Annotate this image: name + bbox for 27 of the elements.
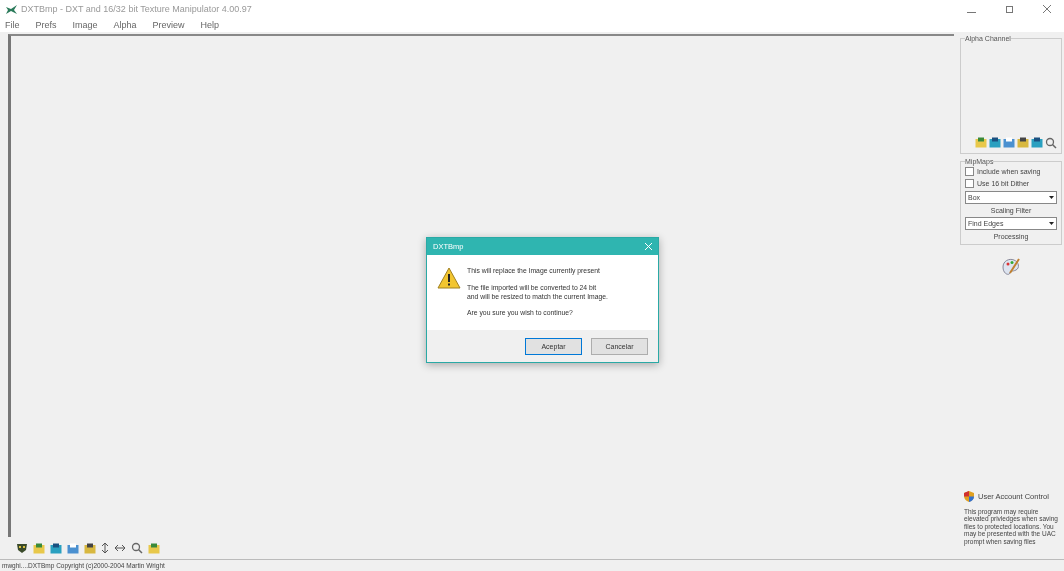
dropdown-caret-icon [1047,219,1056,228]
warning-icon [437,267,461,289]
dropdown-caret-icon [1047,193,1056,202]
menu-item[interactable]: Preview [152,20,185,30]
vertical-arrows-icon[interactable] [101,542,109,554]
app-logo-icon [6,4,17,14]
magnifier-icon[interactable] [1045,137,1057,149]
close-icon[interactable] [1043,5,1051,13]
checkbox[interactable] [965,179,974,188]
horizontal-arrows-icon[interactable] [114,544,126,552]
menu-item[interactable]: File [5,20,20,30]
folder-icon[interactable] [148,542,160,554]
magnifier-icon[interactable] [131,542,143,554]
mask-icon[interactable] [16,542,28,554]
menu-item[interactable]: Image [72,20,98,30]
checkbox[interactable] [965,167,974,176]
maximize-icon[interactable] [1005,6,1013,13]
menu-item[interactable]: Help [200,20,220,30]
folder-icon[interactable] [975,137,987,148]
window-title: DXTBmp - DXT and 16/32 bit Texture Manipulator 4.00.97 [21,4,253,14]
shield-icon [964,490,974,502]
folder-icon[interactable] [1017,137,1029,148]
folder-icon[interactable] [33,542,45,554]
menu-item[interactable]: Prefs [35,20,57,30]
minimize-icon[interactable] [966,12,976,13]
folder-icon[interactable] [84,542,96,554]
menu-item[interactable]: Alpha [113,20,137,30]
